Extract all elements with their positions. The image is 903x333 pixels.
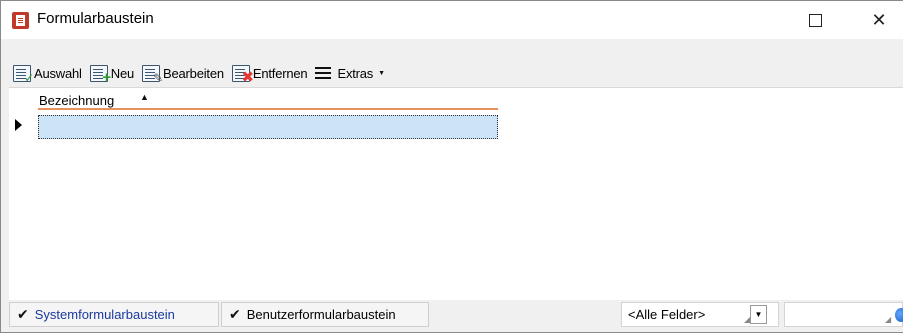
column-header-bezeichnung[interactable]: Bezeichnung ▲: [38, 88, 498, 110]
new-list-icon: +: [89, 64, 111, 85]
close-icon: ✕: [871, 9, 887, 31]
field-select-dropdown-button[interactable]: ▼: [750, 305, 767, 324]
neu-button[interactable]: + Neu: [89, 60, 134, 86]
select-list-icon: ✓: [13, 64, 34, 84]
window-title: Formularbaustein: [37, 10, 154, 27]
search-input[interactable]: ◢: [784, 302, 903, 327]
extras-label: Extras: [337, 65, 374, 81]
table-row[interactable]: [38, 115, 498, 139]
toolbar: ✓ Auswahl + Neu ✎ Bearbeiten ✖ Entfernen…: [1, 59, 903, 87]
entfernen-label: Entfernen: [252, 65, 308, 81]
sort-ascending-icon: ▲: [140, 92, 149, 102]
auswahl-label: Auswahl: [34, 65, 82, 81]
system-filter-toggle[interactable]: ✔ Systemformularbaustein: [9, 302, 219, 327]
field-select[interactable]: <Alle Felder> ◢ ▼: [621, 302, 779, 327]
entfernen-button[interactable]: ✖ Entfernen: [231, 60, 308, 86]
globe-icon[interactable]: [895, 308, 903, 322]
title-bar: Formularbaustein ✕: [1, 1, 903, 39]
extras-menu-button[interactable]: Extras ▼: [315, 60, 385, 86]
current-row-indicator-icon: [15, 119, 22, 131]
hamburger-menu-icon: [315, 67, 332, 79]
checkmark-icon: ✔: [17, 306, 29, 323]
user-filter-toggle[interactable]: ✔ Benutzerformularbaustein: [221, 302, 429, 327]
maximize-icon: [808, 13, 822, 27]
data-grid[interactable]: Bezeichnung ▲: [9, 87, 903, 300]
auswahl-button[interactable]: ✓ Auswahl: [13, 60, 82, 86]
maximize-button[interactable]: [792, 1, 838, 39]
column-header-label: Bezeichnung: [39, 93, 115, 108]
bearbeiten-label: Bearbeiten: [163, 65, 224, 81]
header-accent-line: [38, 108, 498, 110]
field-select-value: <Alle Felder>: [628, 307, 706, 322]
status-bar: ✔ Systemformularbaustein ✔ Benutzerformu…: [9, 300, 903, 328]
checkmark-icon: ✔: [229, 306, 241, 323]
system-filter-label: Systemformularbaustein: [34, 307, 175, 322]
delete-list-icon: ✖: [231, 64, 254, 85]
edit-list-icon: ✎: [142, 64, 163, 84]
chevron-down-icon: ▼: [754, 310, 763, 319]
form-component-icon: [12, 12, 29, 29]
close-button[interactable]: ✕: [856, 1, 902, 39]
resize-grip-icon: ◢: [885, 315, 892, 324]
neu-label: Neu: [110, 65, 134, 81]
dialog-window: Formularbaustein ✕ ✓ Auswahl + Neu ✎ Bea…: [0, 0, 903, 333]
dropdown-arrow-icon: ▼: [378, 69, 385, 77]
user-filter-label: Benutzerformularbaustein: [246, 307, 396, 322]
bearbeiten-button[interactable]: ✎ Bearbeiten: [142, 60, 224, 86]
